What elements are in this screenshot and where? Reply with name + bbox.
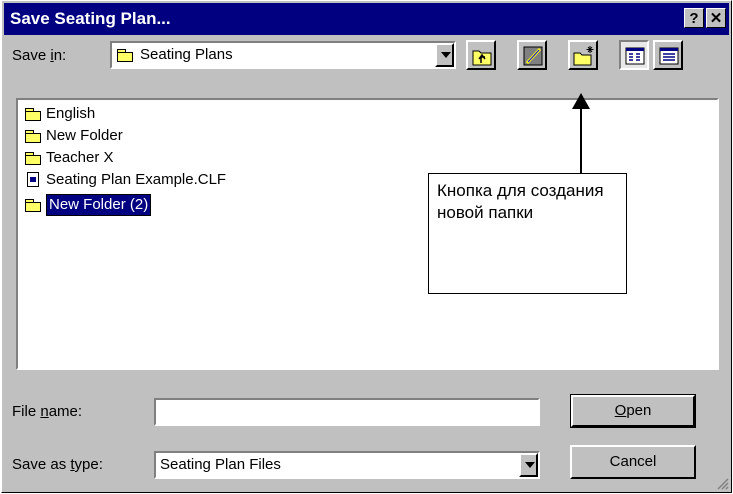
cancel-button[interactable]: Cancel bbox=[570, 445, 696, 479]
list-item-label: New Folder bbox=[46, 127, 123, 144]
dialog-title: Save Seating Plan... bbox=[10, 9, 171, 28]
list-item-folder-teacher-x[interactable]: Teacher X bbox=[24, 148, 114, 168]
resize-grip-icon[interactable] bbox=[715, 476, 729, 490]
annotation-arrow-line bbox=[580, 104, 582, 173]
desktop-button[interactable] bbox=[517, 40, 547, 70]
save-as-type-value: Seating Plan Files bbox=[160, 456, 281, 473]
folder-icon bbox=[24, 106, 44, 122]
chevron-down-icon[interactable] bbox=[519, 453, 538, 477]
file-name-input[interactable] bbox=[154, 398, 540, 426]
folder-icon bbox=[24, 128, 44, 144]
list-item-file-seating-plan-example[interactable]: Seating Plan Example.CLF bbox=[24, 170, 226, 190]
up-one-level-icon bbox=[472, 50, 492, 66]
save-as-type-label: Save as type: bbox=[12, 456, 103, 473]
details-view-button[interactable] bbox=[653, 40, 683, 70]
list-view-icon bbox=[625, 47, 645, 65]
annotation-callout: Кнопка для создания новой папки bbox=[428, 173, 627, 294]
save-as-type-dropdown[interactable]: Seating Plan Files bbox=[154, 451, 540, 479]
list-item-label: English bbox=[46, 105, 96, 122]
list-item-label: Teacher X bbox=[46, 149, 114, 166]
list-item-folder-english[interactable]: English bbox=[24, 104, 95, 124]
list-item-folder-new-folder-2[interactable]: New Folder (2) bbox=[24, 193, 153, 217]
desktop-icon bbox=[523, 46, 543, 66]
close-button[interactable]: ✕ bbox=[706, 8, 726, 28]
save-in-value: Seating Plans bbox=[140, 46, 233, 63]
details-view-icon bbox=[659, 47, 679, 65]
file-name-label: File name: bbox=[12, 403, 83, 420]
list-item-folder-new-folder[interactable]: New Folder bbox=[24, 126, 123, 146]
save-in-label: Save in: bbox=[12, 47, 67, 64]
chevron-down-icon[interactable] bbox=[435, 43, 454, 67]
list-view-button[interactable] bbox=[619, 40, 649, 70]
folder-icon bbox=[24, 197, 44, 213]
up-one-level-button[interactable] bbox=[466, 40, 496, 70]
open-button[interactable]: Open bbox=[570, 394, 696, 428]
save-dialog: Save Seating Plan... ? ✕ Save in: Seatin… bbox=[1, 0, 732, 493]
new-folder-icon bbox=[573, 46, 594, 66]
save-in-dropdown[interactable]: Seating Plans bbox=[110, 41, 456, 69]
file-icon bbox=[24, 172, 44, 188]
help-button[interactable]: ? bbox=[684, 8, 704, 28]
title-bar: Save Seating Plan... ? ✕ bbox=[4, 3, 729, 35]
folder-icon bbox=[24, 150, 44, 166]
list-item-label: Seating Plan Example.CLF bbox=[46, 171, 227, 188]
rename-field[interactable]: New Folder (2) bbox=[44, 193, 153, 217]
create-new-folder-button[interactable] bbox=[568, 40, 598, 70]
folder-icon bbox=[116, 47, 136, 63]
